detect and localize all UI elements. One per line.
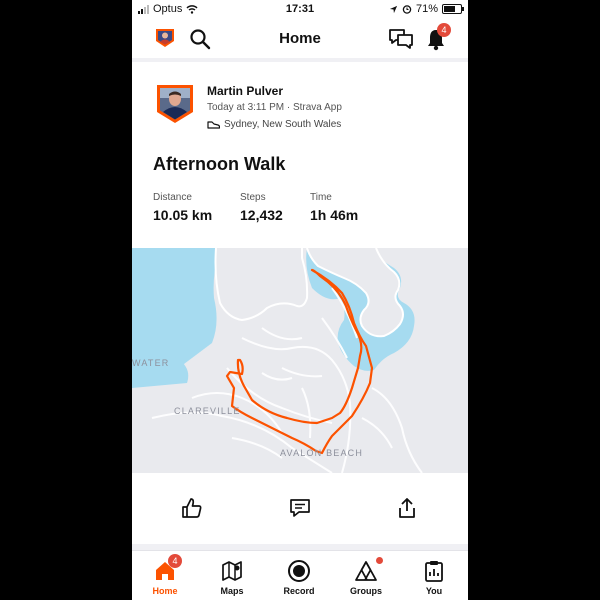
top-nav: Home 4 xyxy=(132,20,468,58)
comment-icon[interactable] xyxy=(288,496,312,520)
tab-label: Groups xyxy=(349,586,382,596)
stat-value: 12,432 xyxy=(240,207,283,223)
tab-groups[interactable]: Groups xyxy=(336,557,396,596)
tab-label: Home xyxy=(152,586,178,596)
stat-label: Time xyxy=(310,192,332,203)
route-map[interactable]: WATER CLAREVILLE AVALON BEACH xyxy=(132,248,468,473)
groups-dot xyxy=(376,557,383,564)
page-title: Home xyxy=(279,30,321,47)
battery-percent: 71% xyxy=(415,3,438,15)
groups-icon xyxy=(355,561,377,581)
tab-label: Record xyxy=(283,586,315,596)
home-badge: 4 xyxy=(168,554,182,568)
tab-you[interactable]: You xyxy=(404,559,464,596)
activity-location: Sydney, New South Wales xyxy=(207,119,341,130)
stat-label: Distance xyxy=(153,192,192,203)
stat-time: Time 1h 46m xyxy=(310,192,358,223)
share-icon[interactable] xyxy=(395,496,419,520)
location-text: Sydney, New South Wales xyxy=(224,119,342,130)
activity-card[interactable]: Martin Pulver Today at 3:11 PM · Strava … xyxy=(132,62,468,544)
clipboard-icon xyxy=(425,561,443,582)
athlete-name[interactable]: Martin Pulver xyxy=(207,84,283,98)
map-label-avalon-beach: AVALON BEACH xyxy=(280,448,364,458)
bottom-tab-bar: 4 Home Maps Record Groups You xyxy=(132,550,468,600)
maps-icon xyxy=(222,561,242,581)
stat-steps: Steps 12,432 xyxy=(240,192,283,223)
athlete-avatar[interactable] xyxy=(156,84,194,124)
notifications-badge: 4 xyxy=(437,23,451,37)
map-label-water: WATER xyxy=(132,358,170,368)
stat-distance: Distance 10.05 km xyxy=(153,192,212,223)
map-label-clareville: CLAREVILLE xyxy=(174,406,241,416)
kudos-thumbs-up-icon[interactable] xyxy=(180,496,204,520)
record-icon xyxy=(288,560,310,582)
tab-maps[interactable]: Maps xyxy=(202,559,262,596)
tab-home[interactable]: 4 Home xyxy=(135,554,195,596)
status-bar: Optus 17:31 71% xyxy=(132,0,468,20)
stat-label: Steps xyxy=(240,192,266,203)
tab-label: You xyxy=(425,586,443,596)
stat-value: 1h 46m xyxy=(310,207,359,223)
tab-label: Maps xyxy=(220,586,244,596)
tab-record[interactable]: Record xyxy=(269,559,329,596)
activity-meta: Today at 3:11 PM · Strava App xyxy=(207,102,342,113)
battery-icon xyxy=(442,4,464,14)
messages-icon[interactable] xyxy=(388,27,414,51)
phone-screen: Optus 17:31 71% Home 4 Martin Pulver Tod… xyxy=(132,0,468,600)
alarm-icon xyxy=(402,5,412,14)
location-arrow-icon xyxy=(389,5,398,13)
stat-value: 10.05 km xyxy=(153,207,213,223)
activity-title[interactable]: Afternoon Walk xyxy=(153,154,285,175)
social-actions xyxy=(132,492,468,522)
shoe-icon xyxy=(207,121,220,129)
